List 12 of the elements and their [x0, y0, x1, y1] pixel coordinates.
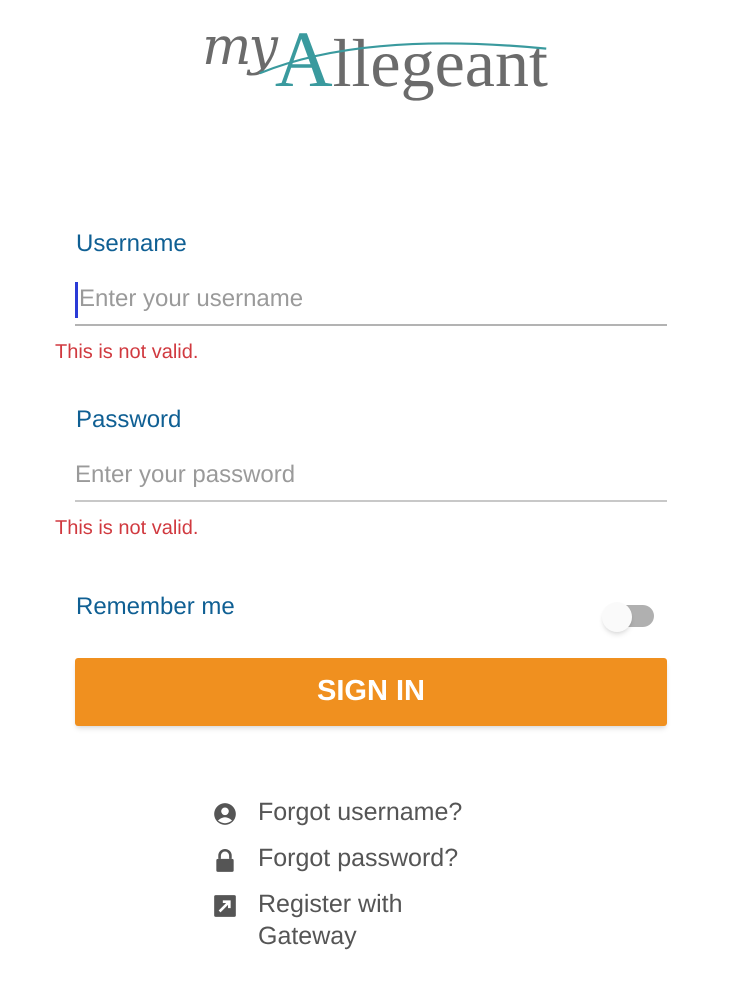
error-message: This is not valid. [55, 340, 200, 364]
field-label: Username [76, 229, 188, 259]
error-message: This is not valid. [55, 516, 200, 540]
external-link-icon [212, 893, 238, 919]
remember-label: Remember me [76, 592, 235, 622]
user-icon [212, 801, 238, 827]
input-field[interactable]: Enter your password [75, 450, 667, 502]
field-label: Password [76, 405, 182, 435]
link[interactable]: Forgot username? [258, 796, 498, 828]
link[interactable]: Forgot password? [258, 842, 498, 874]
link[interactable]: Register with Gateway [258, 888, 498, 952]
toggle-switch[interactable] [602, 602, 656, 630]
